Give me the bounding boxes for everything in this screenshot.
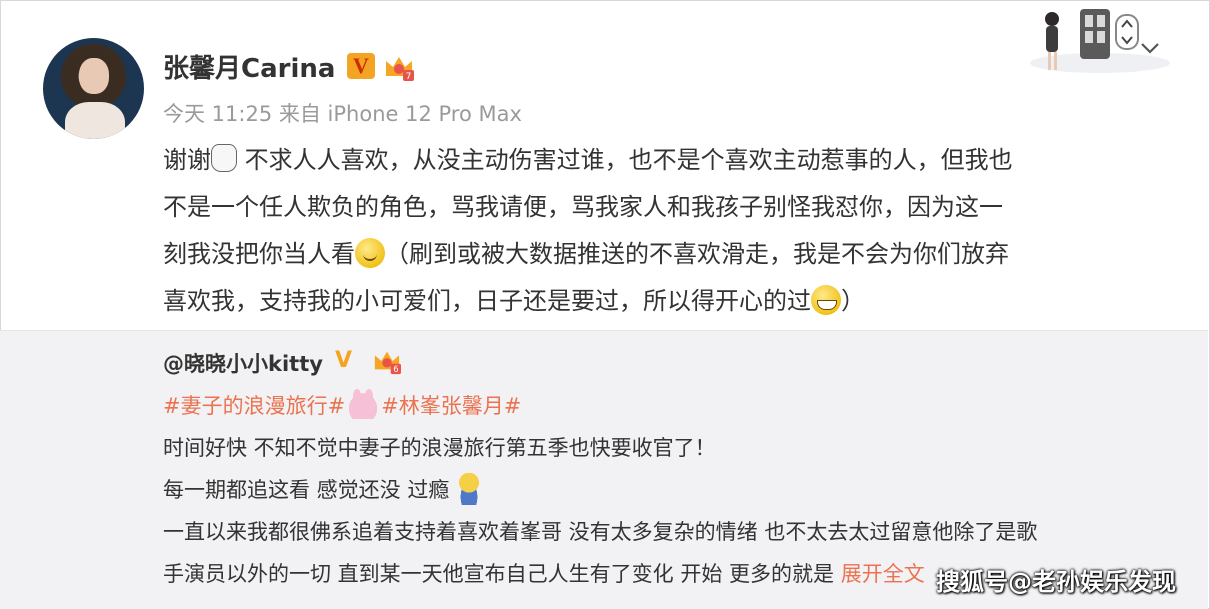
post-line: 刻我没把你当人看 （刷到或被大数据推送的不喜欢滑走，我是不会为你们放弃 — [163, 231, 1173, 278]
post-text-segment: 刻我没把你当人看 — [163, 240, 355, 268]
author-name[interactable]: 张馨月Carina — [163, 48, 335, 85]
post-text-segment: 不求人人喜欢，从没主动伤害过谁，也不是个喜欢主动惹事的人，但我也 — [244, 146, 1013, 174]
avatar-body — [65, 102, 125, 139]
expand-full-text-link[interactable]: 展开全文 — [841, 562, 925, 586]
post-text-segment: （刷到或被大数据推送的不喜欢滑走，我是不会为你们放弃 — [385, 240, 1009, 268]
post-text-segment: 喜欢我，支持我的小可爱们，日子还是要过，所以得开心的过 — [163, 287, 811, 315]
post-line: 不是一个任人欺负的角色，骂我请便，骂我家人和我孩子别怪我怼你，因为这一 — [163, 184, 1173, 231]
post-timestamp[interactable]: 今天 11:25 来自 iPhone 12 Pro Max — [163, 98, 522, 128]
watermark: 搜狐号@老孙娱乐发现 — [936, 568, 1176, 596]
repost-verified-badge-icon: V — [335, 348, 353, 373]
repost-author-name[interactable]: @晓晓小小kitty — [163, 348, 323, 378]
verified-badge-icon: V — [347, 53, 375, 79]
grin-emoji-icon — [811, 285, 841, 315]
post-body: 谢谢 不求人人喜欢，从没主动伤害过谁，也不是个喜欢主动惹事的人，但我也 不是一个… — [163, 137, 1173, 325]
repost-text-segment: 手演员以外的一切 直到某一天他宣布自己人生有了变化 开始 更多的就是 — [163, 562, 841, 586]
crown-level-badge-icon: 7 — [386, 57, 414, 82]
repost-line: 时间好快 不知不觉中妻子的浪漫旅行第五季也快要收官了！ — [163, 436, 716, 460]
repost-crown-level-badge-icon: 6 — [374, 351, 401, 374]
shy-cry-emoji-icon — [211, 144, 237, 172]
repost-line: #妻子的浪漫旅行# #林峯张馨月# — [163, 385, 1173, 427]
repost-text-segment: 每一期都追这看 感觉还没 — [163, 478, 401, 502]
repost-level-number: 6 — [393, 364, 398, 374]
repost-text-segment: 过瘾 — [400, 478, 450, 502]
chevron-down-icon[interactable] — [1140, 38, 1160, 58]
post-text-segment: 谢谢 — [163, 146, 211, 174]
duck-emoji-icon — [456, 473, 483, 505]
post-text-segment: ） — [841, 287, 865, 315]
smile-emoji-icon — [355, 238, 385, 268]
avatar-face — [79, 58, 109, 94]
repost-line: 每一期都追这看 感觉还没 过瘾 — [163, 469, 1173, 511]
post-text-segment: 不是一个任人欺负的角色，骂我请便，骂我家人和我孩子别怪我怼你，因为这一 — [163, 193, 1003, 221]
level-number: 7 — [406, 72, 412, 82]
topic-tag-link[interactable]: #林峯张馨月# — [381, 394, 521, 418]
bunny-emoji-icon — [345, 389, 382, 419]
post-line: 谢谢 不求人人喜欢，从没主动伤害过谁，也不是个喜欢主动惹事的人，但我也 — [163, 137, 1173, 184]
post-line: 喜欢我，支持我的小可爱们，日子还是要过，所以得开心的过 ） — [163, 278, 1173, 325]
topic-tag-link[interactable]: #妻子的浪漫旅行# — [163, 394, 345, 418]
repost-line: 一直以来我都很佛系追着支持着喜欢着峯哥 没有太多复杂的情绪 也不太去太过留意他除… — [163, 520, 1038, 544]
avatar[interactable] — [43, 38, 144, 139]
